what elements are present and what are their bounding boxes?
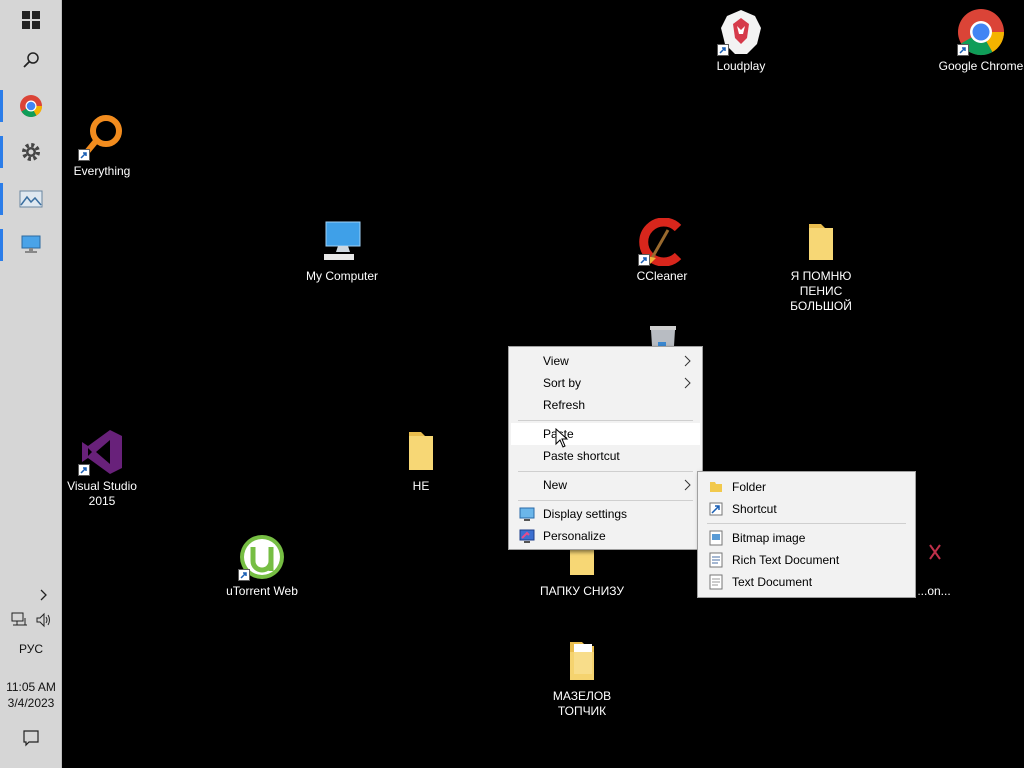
language-indicator[interactable]: РУС	[0, 641, 62, 657]
taskbar-chrome[interactable]	[0, 86, 62, 126]
action-center-button[interactable]	[21, 728, 41, 748]
mouse-cursor-icon	[555, 428, 569, 448]
chevron-right-icon	[684, 377, 691, 389]
desktop-icon-everything[interactable]: Everything	[54, 113, 150, 179]
menu-item-sort-by[interactable]: Sort by	[511, 372, 700, 394]
menu-item-paste-shortcut[interactable]: Paste shortcut	[511, 445, 700, 467]
menu-separator	[518, 500, 693, 501]
shortcut-arrow-icon	[238, 569, 250, 581]
menu-item-view[interactable]: View	[511, 350, 700, 372]
network-icon	[11, 612, 27, 626]
shortcut-arrow-icon	[717, 44, 729, 56]
menu-item-label: New	[543, 478, 568, 492]
menu-item-label: Sort by	[543, 376, 582, 390]
shortcut-arrow-icon	[957, 44, 969, 56]
search-icon	[23, 52, 39, 68]
menu-item-personalize[interactable]: Personalize	[511, 525, 700, 547]
desktop-icon-google-chrome[interactable]: Google Chrome	[933, 8, 1024, 74]
clock-time[interactable]: 11:05 AM	[0, 679, 62, 695]
desktop-icon-label: НЕ	[412, 479, 430, 493]
new-submenu: Folder Shortcut Bitmap image Rich Text D…	[697, 471, 916, 598]
taskbar: РУС 11:05 AM 3/4/2023	[0, 0, 62, 768]
menu-item-label: View	[543, 354, 569, 368]
remote-desktop-icon	[21, 235, 41, 253]
desktop-icon-label: МАЗЕЛОВ ТОПЧИК	[552, 689, 612, 718]
chrome-icon	[20, 95, 42, 117]
menu-item-label: Shortcut	[732, 502, 777, 516]
menu-item-label: Bitmap image	[732, 531, 806, 545]
desktop-icon-label: Everything	[73, 164, 131, 178]
desktop-icon-utorrent-web[interactable]: uTorrent Web	[214, 533, 310, 599]
rich-text-document-icon	[709, 552, 723, 568]
folder-icon	[809, 224, 833, 260]
desktop-icon-label: Loudplay	[716, 59, 766, 73]
personalize-icon	[519, 529, 535, 543]
desktop-icon-loudplay[interactable]: Loudplay	[693, 8, 789, 74]
desktop-icon-folder[interactable]: Я ПОМНЮ ПЕНИС БОЛЬШОЙ	[773, 218, 869, 314]
computer-icon	[324, 221, 361, 260]
notification-icon	[23, 730, 39, 747]
desktop-icon-my-computer[interactable]: My Computer	[294, 218, 390, 284]
submenu-item-bitmap-image[interactable]: Bitmap image	[700, 527, 913, 549]
desktop-icon-folder[interactable]: НЕ	[373, 428, 469, 494]
menu-item-display-settings[interactable]: Display settings	[511, 503, 700, 525]
desktop-icon-label: My Computer	[305, 269, 379, 283]
taskbar-photos[interactable]	[0, 179, 62, 219]
windows-start-icon	[22, 11, 40, 29]
submenu-item-shortcut[interactable]: Shortcut	[700, 498, 913, 520]
menu-item-label: Paste shortcut	[543, 449, 620, 463]
folder-icon	[409, 432, 433, 470]
desktop-icon-label: uTorrent Web	[226, 584, 298, 598]
desktop-icon-label: CCleaner	[636, 269, 688, 283]
bitmap-icon	[709, 530, 723, 546]
taskbar-settings[interactable]	[0, 132, 62, 172]
shortcut-arrow-icon	[638, 254, 650, 266]
display-settings-icon	[519, 507, 535, 521]
shortcut-arrow-icon	[78, 149, 90, 161]
shortcut-arrow-icon	[78, 464, 90, 476]
menu-item-label: Text Document	[732, 575, 813, 589]
folder-icon	[710, 482, 722, 492]
menu-item-label: Personalize	[543, 529, 606, 543]
desktop-icon-label: ПАПКУ СНИЗУ	[540, 584, 624, 598]
chevron-right-icon	[40, 589, 47, 601]
menu-separator	[707, 523, 906, 524]
submenu-item-text-document[interactable]: Text Document	[700, 571, 913, 593]
show-hidden-icons-button[interactable]	[34, 586, 54, 604]
network-tray-button[interactable]	[10, 610, 30, 630]
desktop-icon-label: Google Chrome	[938, 59, 1024, 73]
menu-item-label: Rich Text Document	[732, 553, 840, 567]
desktop-icon-ccleaner[interactable]: CCleaner	[614, 217, 710, 284]
menu-item-label: Display settings	[543, 507, 628, 521]
desktop-context-menu: View Sort by Refresh Paste Paste shortcu…	[508, 346, 703, 550]
menu-item-paste[interactable]: Paste	[511, 423, 700, 445]
start-button[interactable]	[0, 0, 62, 40]
menu-separator	[518, 471, 693, 472]
menu-item-refresh[interactable]: Refresh	[511, 394, 700, 416]
folder-with-files-icon	[570, 642, 594, 680]
submenu-item-rich-text-document[interactable]: Rich Text Document	[700, 549, 913, 571]
search-button[interactable]	[0, 40, 62, 80]
taskbar-remote-desktop[interactable]	[0, 225, 62, 265]
desktop-icon-label: Visual Studio 2015	[67, 479, 137, 508]
desktop-icon-label: Я ПОМНЮ ПЕНИС БОЛЬШОЙ	[790, 269, 852, 313]
volume-tray-button[interactable]	[33, 610, 55, 630]
speaker-icon	[36, 612, 50, 628]
chevron-right-icon	[684, 355, 691, 367]
desktop-icon-folder[interactable]: МАЗЕЛОВ ТОПЧИК	[534, 638, 630, 719]
menu-item-label: Refresh	[543, 398, 586, 412]
clock-date[interactable]: 3/4/2023	[0, 695, 62, 711]
menu-item-new[interactable]: New	[511, 474, 700, 496]
photos-icon	[19, 190, 43, 208]
settings-gear-icon	[22, 143, 40, 161]
desktop-icon-visual-studio[interactable]: Visual Studio 2015	[54, 428, 150, 509]
submenu-item-folder[interactable]: Folder	[700, 476, 913, 498]
menu-separator	[518, 420, 693, 421]
menu-item-label: Folder	[732, 480, 767, 494]
shortcut-icon	[709, 502, 723, 516]
text-document-icon	[709, 574, 723, 590]
chevron-right-icon	[684, 479, 691, 491]
